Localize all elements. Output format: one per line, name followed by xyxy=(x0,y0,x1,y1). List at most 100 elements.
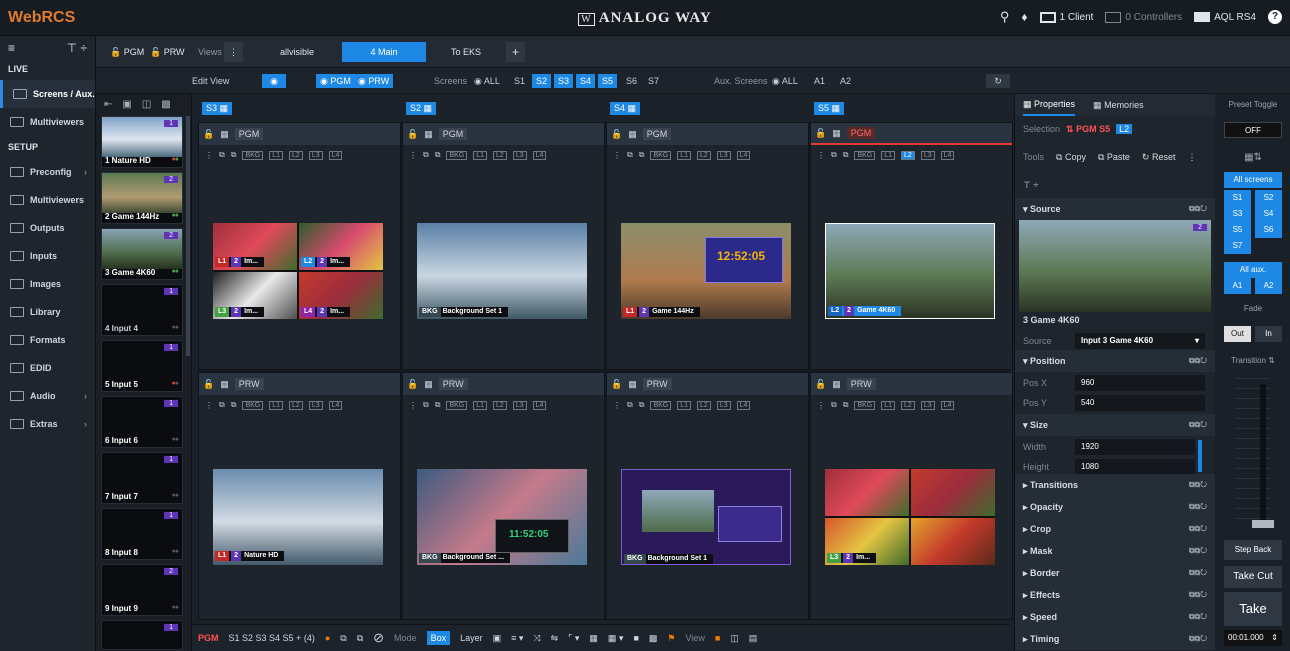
layout-icon[interactable]: ▦ xyxy=(832,379,841,390)
position-section[interactable]: ▾ Position ⧉⧉↻ xyxy=(1015,350,1215,372)
source-item[interactable]: 18 Input 8 ●● xyxy=(101,508,183,560)
copy-icon[interactable]: ⧉ xyxy=(423,150,429,160)
copy-icon[interactable]: ⧉ xyxy=(627,400,633,410)
pos-x-input[interactable]: 960 xyxy=(1075,375,1205,391)
pgm-eye-toggle[interactable]: ◉ PGM xyxy=(316,74,355,88)
copy-icon[interactable]: ⧉ xyxy=(423,400,429,410)
sidebar-item-audio[interactable]: Audio › xyxy=(0,382,95,410)
refresh-icon[interactable]: ↻ xyxy=(986,74,1010,88)
paste-icon[interactable]: ⧉ xyxy=(639,150,645,160)
preset-all-screens[interactable]: All screens xyxy=(1224,172,1282,188)
prw-canvas-s5[interactable]: L3 2 Im... xyxy=(825,469,995,565)
copy-icon[interactable]: ⧉ xyxy=(831,400,837,410)
layout-icon[interactable]: ▦ xyxy=(628,129,637,140)
tools-more-icon[interactable]: ⋮ xyxy=(1187,152,1196,163)
source-item[interactable]: 15 Input 5 ●● xyxy=(101,340,183,392)
width-input[interactable]: 1920 xyxy=(1075,439,1195,455)
paste-icon[interactable]: ⧉ xyxy=(435,150,441,160)
copy-icon[interactable]: ⧉ xyxy=(219,150,225,160)
mode-box-button[interactable]: Box xyxy=(426,631,451,645)
record-icon[interactable]: ▩ xyxy=(649,633,658,644)
aux-a2-toggle[interactable]: A2 xyxy=(836,74,855,88)
source-item[interactable]: 16 Input 6 ●● xyxy=(101,396,183,448)
screen-badge-s2[interactable]: S2 ▦ xyxy=(406,102,437,115)
pgm-cell-s5[interactable]: 🔓 ▦ PGM ⋮ ⧉ ⧉ BKG L1 L2 L3 L4 L2 2 Game 4K60 xyxy=(810,122,1013,370)
screens-all-toggle[interactable]: ◉ ALL xyxy=(470,74,504,88)
source-select[interactable]: Input 3 Game 4K60 ▾ xyxy=(1075,333,1205,349)
image-source-icon[interactable]: ▣ xyxy=(122,99,131,110)
preset-s7[interactable]: S7 xyxy=(1224,238,1251,254)
paste-icon[interactable]: ⧉ xyxy=(639,400,645,410)
aux-all-toggle[interactable]: ◉ ALL xyxy=(768,74,802,88)
lock-icon[interactable]: 🔓 xyxy=(203,129,214,140)
fade-in-button[interactable]: In xyxy=(1255,326,1282,342)
layout-icon[interactable]: ▦ xyxy=(628,379,637,390)
reset-button[interactable]: ↻ Reset xyxy=(1142,152,1176,163)
sidebar-item-extras[interactable]: Extras › xyxy=(0,410,95,438)
speed-section[interactable]: ▸ Speed ⧉⧉↻ xyxy=(1015,606,1215,628)
source-item[interactable]: 17 Input 7 ●● xyxy=(101,452,183,504)
layout-icon[interactable]: ▦ xyxy=(220,379,229,390)
sidebar-item-edid[interactable]: EDID xyxy=(0,354,95,382)
pos-y-input[interactable]: 540 xyxy=(1075,395,1205,411)
paste-button[interactable]: ⧉ Paste xyxy=(1098,152,1130,163)
screen-s3-toggle[interactable]: S3 xyxy=(554,74,574,88)
preset-s2[interactable]: S2 xyxy=(1255,190,1282,206)
pgm-cell-s2[interactable]: 🔓 ▦ PGM ⋮ ⧉ ⧉ BKG L1 L2 L3 L4 BKG Background Set 1 xyxy=(402,122,605,370)
step-back-button[interactable]: Step Back xyxy=(1224,540,1282,560)
paste-icon[interactable]: ⧉ xyxy=(843,400,849,410)
screen-s6-toggle[interactable]: S6 xyxy=(622,74,641,88)
screen-s7-toggle[interactable]: S7 xyxy=(644,74,663,88)
source-item[interactable]: 1 xyxy=(101,620,183,650)
screen-badge-s3[interactable]: S3 ▦ xyxy=(202,102,233,115)
lock-icon[interactable]: 🔓 xyxy=(407,129,418,140)
pgm-cell-s4[interactable]: 🔓 ▦ PGM ⋮ ⧉ ⧉ BKG L1 L2 L3 L4 12:52:05 L1 2 Game 14… xyxy=(606,122,809,370)
layout-icons[interactable]: ⊤ ÷ xyxy=(67,41,87,55)
tab-memories[interactable]: ▦ Memories xyxy=(1093,100,1144,111)
sidebar-item-screens[interactable]: Screens / Aux. xyxy=(0,80,95,108)
search-icon[interactable]: ⚲ xyxy=(1000,9,1010,25)
copy-icon[interactable]: ⧉ xyxy=(831,150,837,160)
more-icon[interactable]: ⋮ xyxy=(613,151,621,160)
preset-all-aux[interactable]: All aux. xyxy=(1224,262,1282,278)
aspect-lock-icon[interactable] xyxy=(1198,440,1202,472)
tab-to-eks-screens[interactable]: To EKS Screens xyxy=(426,42,506,77)
stop-icon[interactable]: ■ xyxy=(633,633,638,643)
copy-icon[interactable]: ⧉ xyxy=(340,633,346,644)
more-icon[interactable]: ⋮ xyxy=(817,151,825,160)
height-input[interactable]: 1080 xyxy=(1075,459,1195,475)
prw-cell-s3[interactable]: 🔓 ▦ PRW ⋮ ⧉ ⧉ BKG L1 L2 L3 L4 L1 2 Nature HD xyxy=(198,372,401,620)
sources-scrollbar[interactable] xyxy=(186,116,190,356)
source-item[interactable]: 11 Nature HD ●● xyxy=(101,116,183,168)
help-icon[interactable]: ? xyxy=(1268,10,1282,24)
layout-icon[interactable]: ▦ xyxy=(424,129,433,140)
screen-s5-toggle[interactable]: S5 xyxy=(598,74,618,88)
pgm-canvas-s3[interactable]: L1 2 Im... L2 2 Im... L3 2 Im... L4 2 Im... xyxy=(213,223,383,319)
transform-icon[interactable]: ⇋ xyxy=(551,633,559,644)
transitions-section[interactable]: ▸ Transitions ⧉⧉↻ xyxy=(1015,474,1215,496)
mask-section[interactable]: ▸ Mask ⧉⧉↻ xyxy=(1015,540,1215,562)
marker-icon[interactable]: ⚑ xyxy=(667,633,675,644)
controllers-button[interactable]: 0 Controllers xyxy=(1105,11,1182,23)
more-icon[interactable]: ⋮ xyxy=(613,401,621,410)
clear-icon[interactable]: ⊘ xyxy=(373,630,384,646)
prw-cell-s4[interactable]: 🔓 ▦ PRW ⋮ ⧉ ⧉ BKG L1 L2 L3 L4 BKG Background Set 1 xyxy=(606,372,809,620)
tab-allvisible[interactable]: allvisible xyxy=(264,42,330,62)
screen-s4-toggle[interactable]: S4 xyxy=(576,74,596,88)
preset-a2[interactable]: A2 xyxy=(1255,278,1282,294)
lock-icon[interactable]: 🔓 xyxy=(407,379,418,390)
lock-icon[interactable]: 🔓 xyxy=(815,379,826,390)
transition-time-input[interactable]: 00:01.000 ⇕ xyxy=(1224,630,1282,646)
sidebar-item-outputs[interactable]: Outputs xyxy=(0,214,95,242)
sidebar-item-inputs[interactable]: Inputs xyxy=(0,242,95,270)
take-cut-button[interactable]: Take Cut xyxy=(1224,566,1282,588)
copy-icon[interactable]: ⧉ xyxy=(219,400,225,410)
pgm-cell-s3[interactable]: 🔓 ▦ PGM ⋮ ⧉ ⧉ BKG L1 L2 L3 L4 L1 2 Im... L2 2 Im... L… xyxy=(198,122,401,370)
views-menu-button[interactable]: ⋮ xyxy=(224,42,243,62)
prw-eye-toggle[interactable]: ◉ PRW xyxy=(354,74,394,88)
more-icon[interactable]: ⋮ xyxy=(409,151,417,160)
copy-icon[interactable]: ⧉ xyxy=(627,150,633,160)
snapshot-icon[interactable]: ▩ xyxy=(161,99,170,110)
more-icon[interactable]: ⋮ xyxy=(817,401,825,410)
copy-button[interactable]: ⧉ Copy xyxy=(1056,152,1086,163)
